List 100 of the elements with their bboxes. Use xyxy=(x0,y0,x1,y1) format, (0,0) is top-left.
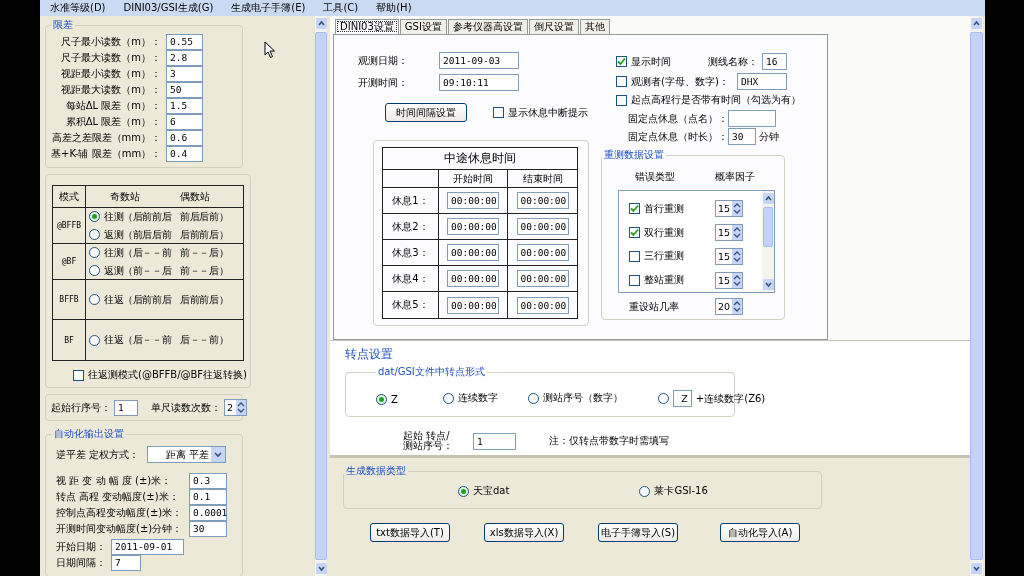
menu-item[interactable]: DINI03/GSI生成(G) xyxy=(123,1,214,15)
spin-arrows-icon[interactable] xyxy=(732,249,742,264)
spin-arrows-icon[interactable] xyxy=(236,400,246,415)
input-field[interactable]: 0.55 xyxy=(166,34,203,50)
radio-button[interactable]: 测站序号（数字） xyxy=(527,391,623,406)
radio-button[interactable]: 往测（后－－前 前－－后） xyxy=(89,245,243,260)
input-field[interactable]: 50 xyxy=(166,82,203,98)
time-field[interactable]: 09:10:11 xyxy=(439,74,519,91)
prefix-field[interactable]: Z xyxy=(672,390,692,407)
spinner-field[interactable]: 2 xyxy=(224,399,247,416)
unit-label: 分钟 xyxy=(759,129,779,144)
checkbox[interactable]: 显示时间 xyxy=(616,54,671,69)
menu-item[interactable]: 生成电子手簿(E) xyxy=(231,1,306,15)
radio-button[interactable]: 莱卡GSI-16 xyxy=(639,484,708,498)
radio-button[interactable]: 往返（后－－前 后－－前） xyxy=(89,333,243,347)
checkbox[interactable]: 整站重测 xyxy=(629,273,684,288)
tab[interactable]: GSI设置 xyxy=(399,19,447,34)
scrollbar-thumb[interactable] xyxy=(763,207,773,247)
scroll-up-icon[interactable] xyxy=(762,193,774,204)
menu-item[interactable]: 水准等级(D) xyxy=(50,1,106,15)
field-label: 开测时间： xyxy=(358,75,409,90)
spin-arrows-icon[interactable] xyxy=(732,225,742,240)
spinner-field[interactable]: 15 xyxy=(715,200,743,217)
checkbox[interactable]: 双行重测 xyxy=(629,225,684,240)
spinner-field[interactable]: 15 xyxy=(715,224,743,241)
time-field[interactable]: 00:00:00 xyxy=(447,192,499,209)
time-field[interactable]: 00:00:00 xyxy=(516,192,569,209)
checkbox[interactable]: 观测者(字母、数字)： xyxy=(616,74,729,89)
spin-arrows-icon[interactable] xyxy=(732,273,742,288)
time-field[interactable]: 00:00:00 xyxy=(447,244,499,261)
tab[interactable]: 其他 xyxy=(579,19,610,34)
radio-button[interactable]: 往测（后前前后 前后后前） xyxy=(89,209,243,224)
checkbox[interactable]: 起点高程行是否带有时间（勾选为有） xyxy=(616,93,801,107)
weighting-dropdown[interactable]: 距离 平差 xyxy=(147,446,227,463)
group-title: dat/GSI文件中转点形式 xyxy=(377,365,486,379)
input-field[interactable]: 16 xyxy=(762,53,787,70)
input-field[interactable]: 0.0001 xyxy=(189,505,227,521)
input-field[interactable]: 30 xyxy=(189,521,227,537)
scroll-up-icon[interactable] xyxy=(971,18,982,29)
time-field[interactable]: 00:00:00 xyxy=(447,218,499,235)
row-label: 休息3： xyxy=(392,245,429,260)
input-field[interactable]: 7 xyxy=(111,555,141,571)
checkbox[interactable]: 往返测模式(@BFFB/@BF往返转换) xyxy=(73,368,247,382)
date-field[interactable]: 2011-09-03 xyxy=(439,52,519,69)
time-field[interactable]: 00:00:00 xyxy=(516,270,569,287)
input-field[interactable]: 6 xyxy=(166,114,203,130)
spinner-field[interactable]: 20 xyxy=(715,298,743,315)
radio-button[interactable]: 连续数字 xyxy=(442,391,498,406)
spinner-field[interactable]: 15 xyxy=(715,248,743,265)
interval-settings-button[interactable]: 时间间隔设置 xyxy=(385,103,467,122)
time-field[interactable]: 00:00:00 xyxy=(516,296,569,314)
time-field[interactable]: 00:00:00 xyxy=(516,218,569,235)
section-title: 转点设置 xyxy=(345,347,393,361)
input-field[interactable]: 1 xyxy=(473,432,516,450)
menu-item[interactable]: 工具(C) xyxy=(323,1,359,15)
spin-arrows-icon[interactable] xyxy=(732,201,742,216)
input-field[interactable]: DHX xyxy=(737,73,787,90)
time-field[interactable]: 00:00:00 xyxy=(447,296,499,314)
input-field[interactable]: 30 xyxy=(728,128,756,145)
scroll-down-icon[interactable] xyxy=(315,563,327,574)
scroll-down-icon[interactable] xyxy=(762,279,774,290)
import-button[interactable]: xls数据导入(X) xyxy=(484,523,564,542)
import-button[interactable]: 自动化导入(A) xyxy=(720,523,800,542)
input-field[interactable]: 2.8 xyxy=(166,50,203,66)
radio-button[interactable]: 返测（前－－后 前－－后） xyxy=(89,263,243,278)
radio-button[interactable]: 往返（后前前后 后前前后） xyxy=(89,292,243,307)
checkbox[interactable]: 首行重测 xyxy=(629,201,684,216)
group-title: 生成数据类型 xyxy=(345,464,407,478)
field-label: 视距最小读数（m）： xyxy=(60,67,161,81)
time-field[interactable]: 00:00:00 xyxy=(516,244,569,261)
checkbox[interactable]: 三行重测 xyxy=(629,249,684,264)
field-label: 固定点休息（时长）： xyxy=(628,129,728,144)
scroll-down-icon[interactable] xyxy=(971,563,982,574)
input-field[interactable] xyxy=(728,110,776,127)
radio-button[interactable]: 返测（前后后前 后前前后） xyxy=(89,227,243,242)
radio-button[interactable] xyxy=(657,393,669,404)
time-field[interactable]: 00:00:00 xyxy=(447,270,499,287)
tab[interactable]: DINI03设置 xyxy=(335,19,399,34)
menu-item[interactable]: 帮助(H) xyxy=(376,1,412,15)
scrollbar[interactable] xyxy=(762,191,774,292)
input-field[interactable]: 0.1 xyxy=(189,489,227,505)
radio-button[interactable]: 天宝dat xyxy=(458,484,510,499)
tab[interactable]: 倒尺设置 xyxy=(528,19,579,34)
checkbox[interactable]: 显示休息中断提示 xyxy=(493,105,588,120)
input-field[interactable]: 3 xyxy=(166,66,203,82)
spinner-field[interactable]: 15 xyxy=(715,272,743,289)
import-button[interactable]: 电子手簿导入(S) xyxy=(598,523,678,542)
input-field[interactable]: 1 xyxy=(114,399,138,416)
input-field[interactable]: 0.4 xyxy=(166,146,203,162)
column-header: 概率因子 xyxy=(715,170,755,184)
tab[interactable]: 参考仪器高设置 xyxy=(447,19,528,34)
input-field[interactable]: 0.6 xyxy=(166,130,203,146)
input-field[interactable]: 0.3 xyxy=(189,473,227,489)
input-field[interactable]: 1.5 xyxy=(166,98,203,114)
import-button[interactable]: txt数据导入(T) xyxy=(370,523,450,542)
field-label: 日期间隔： xyxy=(56,556,107,570)
spin-arrows-icon[interactable] xyxy=(732,299,742,314)
date-field[interactable]: 2011-09-01 xyxy=(111,539,184,555)
scroll-up-icon[interactable] xyxy=(315,18,327,29)
row-label: 休息4： xyxy=(392,271,429,286)
